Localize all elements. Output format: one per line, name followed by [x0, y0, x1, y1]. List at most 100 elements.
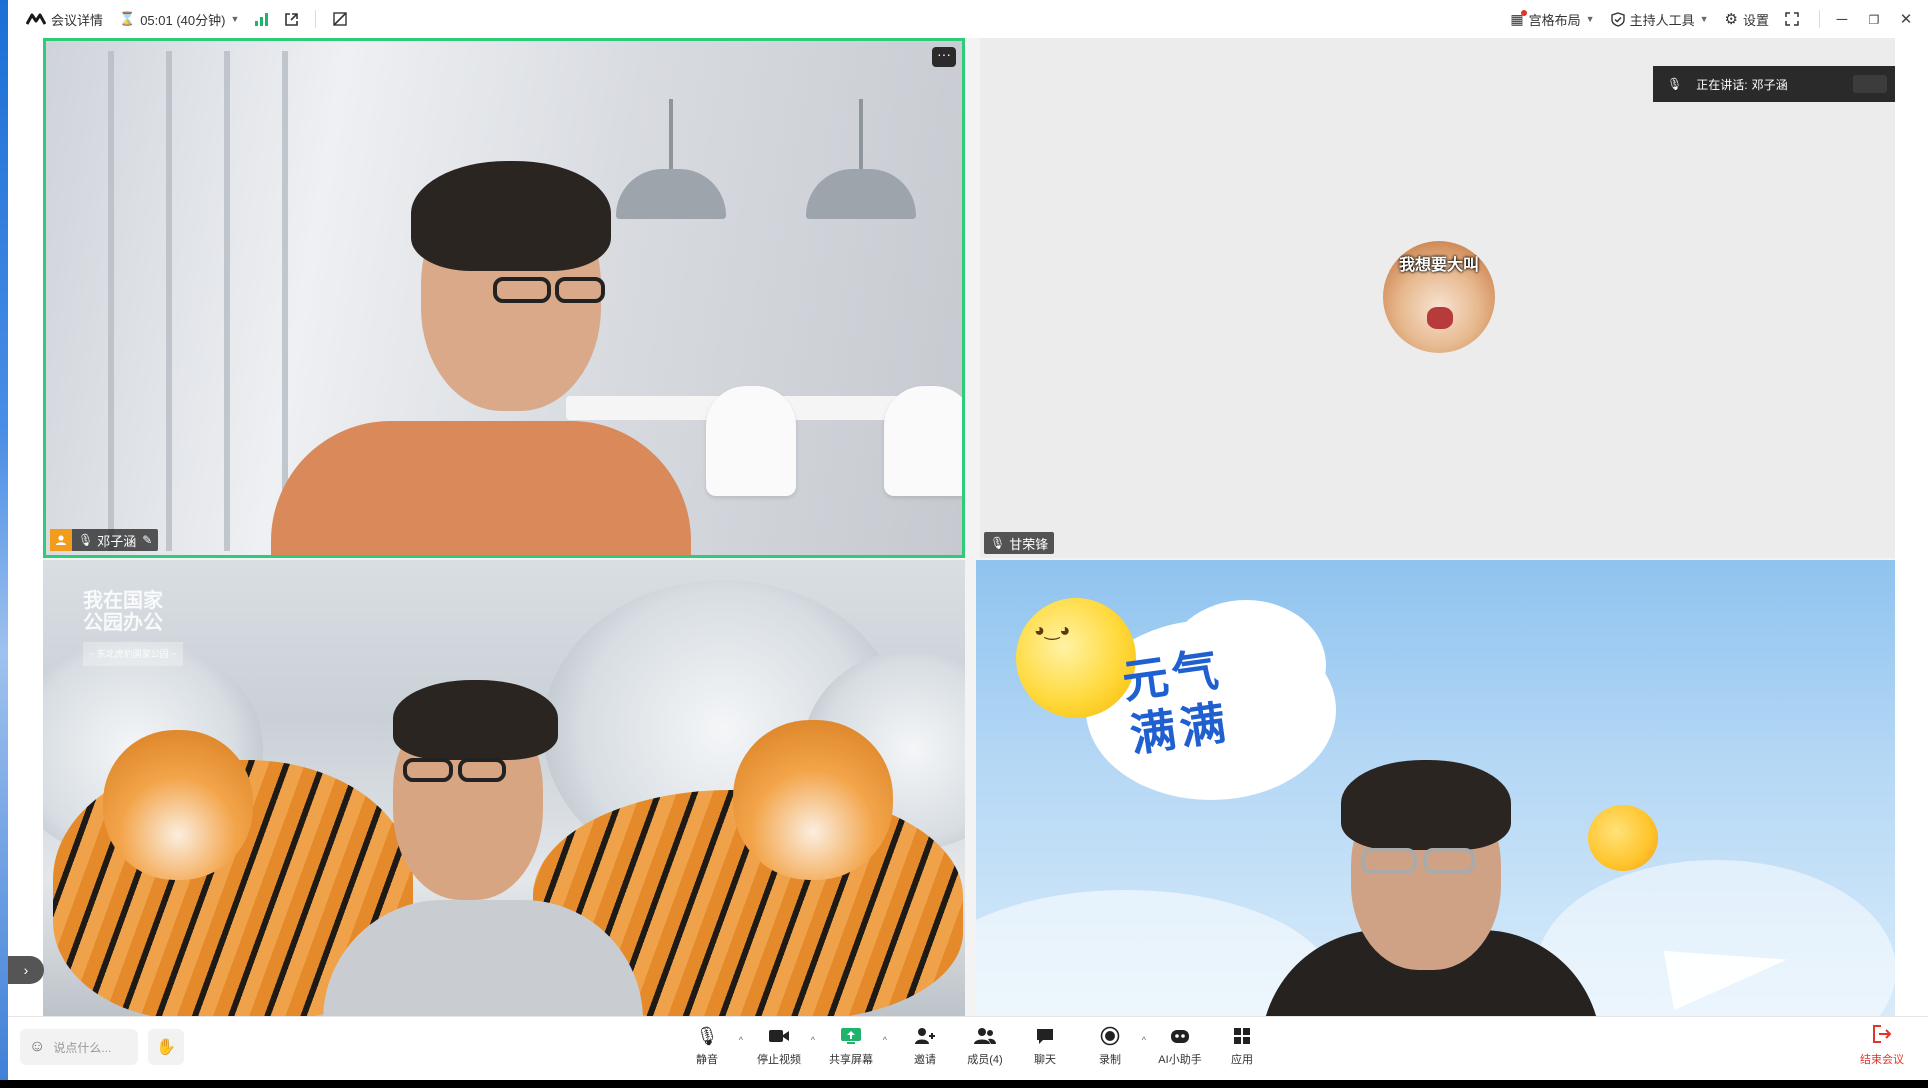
close-button[interactable]: ✕	[1890, 10, 1922, 28]
record-button[interactable]: 录制 ^	[1078, 1025, 1146, 1075]
stop-video-button[interactable]: 停止视频 ^	[747, 1025, 815, 1075]
microphone-icon: 🎙	[1667, 77, 1683, 91]
top-bar: 会议详情 ⌛ 05:01 (40分钟) ▼ ▦ 宫格布局 ▼ 主持人工具 ▼ ⚙…	[8, 0, 1928, 38]
share-screen-button[interactable]: 共享屏幕 ^	[819, 1025, 887, 1075]
background-tiger	[733, 720, 893, 880]
app-logo-icon	[26, 13, 46, 25]
host-tools-button[interactable]: 主持人工具 ▼	[1605, 0, 1719, 38]
end-meeting-label: 结束会议	[1860, 1054, 1904, 1066]
more-icon: ···	[937, 46, 951, 62]
exit-icon	[1872, 1025, 1892, 1047]
video-tile-2[interactable]: 🎙 正在讲话: 邓子涵 我想要大叫 🎙 甘荣锋	[980, 38, 1895, 558]
grid-layout-icon: ▦	[1510, 9, 1527, 28]
background-tiger	[103, 730, 253, 880]
background-chair	[884, 386, 962, 496]
members-label: 成员(4)	[967, 1054, 1003, 1066]
microphone-icon: 🎙	[78, 533, 94, 547]
participant-name-tag: 🎙 邓子涵 ✎	[50, 529, 159, 551]
participant-name-tag: 🎙 甘荣锋	[984, 532, 1055, 554]
meeting-details-button[interactable]: 会议详情	[20, 0, 109, 38]
restore-button[interactable]: ❐	[1858, 11, 1890, 28]
mute-button[interactable]: 🎙 静音 ^	[675, 1025, 743, 1075]
chevron-down-icon: ▼	[1585, 14, 1595, 24]
settings-label: 设置	[1742, 12, 1769, 28]
chevron-up-icon[interactable]: ^	[811, 1035, 815, 1045]
participant-avatar: 我想要大叫	[1383, 241, 1495, 353]
members-button[interactable]: 成员(4)	[953, 1025, 1017, 1075]
shield-icon	[1610, 11, 1625, 27]
mute-label: 静音	[696, 1054, 718, 1066]
ai-assistant-icon	[1169, 1025, 1191, 1047]
video-camera-icon	[768, 1025, 790, 1047]
layout-label: 宫格布局	[1528, 12, 1581, 28]
background-lamp	[806, 99, 916, 219]
participant-video	[271, 151, 731, 555]
video-grid: ··· 🎙 邓子涵 ✎ 🎙 正在讲话: 邓子涵 我想要大叫 🎙 甘荣锋 我在国家…	[43, 38, 1895, 1016]
background-sticker-text: 元气 满满	[1119, 642, 1233, 762]
edit-off-icon	[333, 12, 348, 26]
expand-sidebar-button[interactable]: ›	[8, 956, 44, 984]
network-signal[interactable]	[249, 0, 274, 38]
sun-sticker	[1016, 598, 1136, 718]
layout-button[interactable]: ▦ 宫格布局 ▼	[1504, 0, 1604, 38]
popout-button[interactable]	[278, 0, 305, 38]
now-speaking-indicator: 🎙 正在讲话: 邓子涵	[1653, 66, 1895, 102]
apps-label: 应用	[1231, 1054, 1253, 1066]
restore-icon: ❐	[1868, 12, 1880, 27]
chevron-up-icon[interactable]: ^	[1142, 1035, 1146, 1045]
microphone-icon: 🎙	[990, 536, 1006, 550]
chevron-up-icon[interactable]: ^	[883, 1035, 887, 1045]
end-meeting-button[interactable]: 结束会议	[1852, 1025, 1912, 1075]
external-link-icon	[285, 12, 299, 26]
settings-button[interactable]: ⚙ 设置	[1719, 0, 1779, 38]
video-tile-4[interactable]: ◕‿◕ 元气 满满	[976, 560, 1895, 1016]
minimize-button[interactable]: ─	[1826, 11, 1858, 28]
timer-label: 05:01 (40分钟)	[140, 12, 226, 28]
video-tile-3[interactable]: 我在国家 公园办公 ~ 东北虎豹国家公园 ~	[43, 560, 965, 1016]
background-watermark: 我在国家 公园办公 ~ 东北虎豹国家公园 ~	[83, 590, 183, 666]
members-icon	[973, 1025, 997, 1047]
ai-assistant-button[interactable]: AI小助手	[1148, 1025, 1212, 1075]
edit-name-icon[interactable]: ✎	[142, 533, 158, 547]
hourglass-icon: ⌛	[119, 11, 136, 26]
background-windows	[56, 51, 296, 551]
fullscreen-button[interactable]	[1779, 0, 1813, 38]
record-icon	[1100, 1025, 1120, 1047]
participant-video	[1261, 760, 1601, 1016]
close-icon: ✕	[1899, 11, 1913, 28]
toolbar-actions: 🎙 静音 ^ 停止视频 ^ 共享屏幕 ^ 邀请 成员(4) 聊天 录制 ^ AI…	[8, 1017, 1928, 1081]
desktop-background	[0, 0, 8, 1088]
invite-button[interactable]: 邀请	[893, 1025, 957, 1075]
stop-video-label: 停止视频	[757, 1054, 801, 1066]
gear-icon: ⚙	[1724, 11, 1738, 28]
chevron-up-icon[interactable]: ^	[739, 1035, 743, 1045]
now-speaking-name: 邓子涵	[1751, 77, 1788, 92]
fullscreen-icon	[1785, 12, 1799, 26]
chat-label: 聊天	[1034, 1054, 1056, 1066]
participant-name: 邓子涵	[97, 533, 137, 549]
effects-button[interactable]	[326, 0, 354, 38]
participant-video	[313, 680, 673, 1016]
record-label: 录制	[1099, 1054, 1121, 1066]
microphone-icon: 🎙	[695, 1025, 719, 1046]
add-user-icon	[914, 1025, 936, 1047]
chevron-right-icon: ›	[23, 962, 29, 978]
tile-more-button[interactable]: ···	[932, 47, 956, 67]
apps-grid-icon	[1233, 1025, 1251, 1047]
divider	[1819, 10, 1820, 28]
ai-assistant-label: AI小助手	[1158, 1054, 1202, 1066]
apps-button[interactable]: 应用	[1210, 1025, 1274, 1075]
meeting-timer[interactable]: ⌛ 05:01 (40分钟) ▼	[113, 0, 245, 38]
minimize-icon: ─	[1836, 10, 1848, 28]
video-tile-1[interactable]: ··· 🎙 邓子涵 ✎	[43, 38, 965, 558]
sun-face: ◕‿◕	[1034, 620, 1071, 640]
meeting-details-label: 会议详情	[51, 12, 104, 28]
signal-icon	[255, 12, 269, 26]
host-tools-label: 主持人工具	[1629, 12, 1695, 28]
chevron-down-icon: ▼	[230, 14, 240, 24]
invite-label: 邀请	[914, 1054, 936, 1066]
now-speaking-label: 正在讲话:	[1696, 77, 1748, 92]
chevron-down-icon: ▼	[1699, 14, 1709, 24]
meeting-window: 会议详情 ⌛ 05:01 (40分钟) ▼ ▦ 宫格布局 ▼ 主持人工具 ▼ ⚙…	[8, 0, 1928, 1088]
chat-button[interactable]: 聊天	[1013, 1025, 1077, 1075]
